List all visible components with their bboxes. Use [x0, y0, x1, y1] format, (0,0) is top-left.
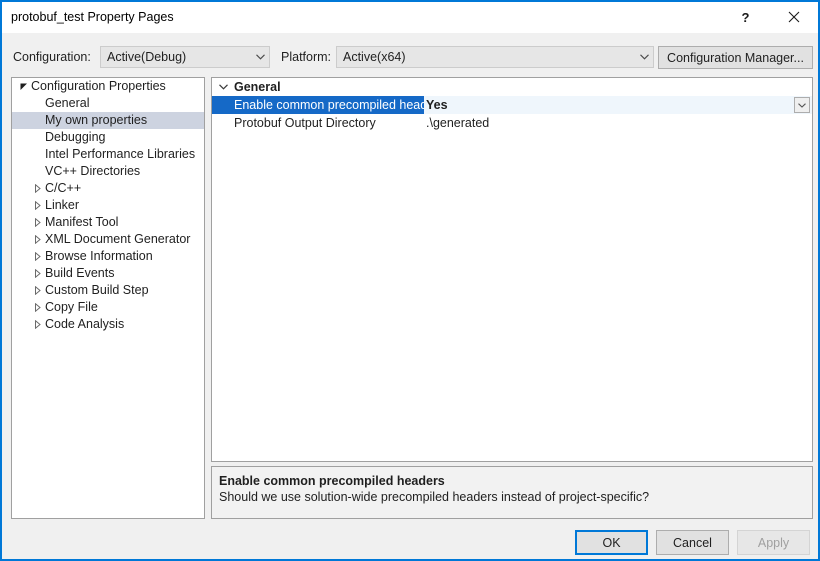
window-title: protobuf_test Property Pages — [11, 10, 174, 24]
title-bar: protobuf_test Property Pages ? — [2, 2, 818, 33]
description-panel: Enable common precompiled headers Should… — [211, 466, 813, 519]
tree-item-debugging[interactable]: Debugging — [12, 129, 204, 146]
grid-category-label: General — [234, 80, 281, 94]
tree-item-label: Configuration Properties — [31, 79, 166, 93]
tree-item-manifest-tool[interactable]: Manifest Tool — [12, 214, 204, 231]
property-value[interactable]: .\generated — [424, 114, 812, 132]
question-mark-icon: ? — [741, 9, 750, 25]
property-name[interactable]: Enable common precompiled headers — [212, 96, 424, 114]
description-body: Should we use solution-wide precompiled … — [219, 490, 650, 504]
tree-item-xml-document-generator[interactable]: XML Document Generator — [12, 231, 204, 248]
close-icon — [788, 11, 799, 23]
triangle-collapsed-icon[interactable] — [31, 248, 45, 265]
tree-item-label: XML Document Generator — [45, 232, 191, 246]
chevron-down-icon — [798, 102, 806, 108]
close-button[interactable] — [771, 2, 816, 32]
tree-item-label: Build Events — [45, 266, 115, 280]
tree-item-custom-build-step[interactable]: Custom Build Step — [12, 282, 204, 299]
tree-item-label: Copy File — [45, 300, 98, 314]
property-name[interactable]: Protobuf Output Directory — [212, 114, 424, 132]
triangle-collapsed-icon[interactable] — [31, 231, 45, 248]
tree-item-label: Code Analysis — [45, 317, 125, 331]
property-pages-dialog: protobuf_test Property Pages ? Configura… — [0, 0, 820, 561]
tree-item-label: Custom Build Step — [45, 283, 149, 297]
property-value[interactable]: Yes — [424, 96, 812, 114]
triangle-collapsed-icon[interactable] — [31, 180, 45, 197]
tree-item-vc-directories[interactable]: VC++ Directories — [12, 163, 204, 180]
platform-dropdown[interactable]: Active(x64) — [336, 46, 654, 68]
tree-item-configuration-properties[interactable]: Configuration Properties — [12, 78, 204, 95]
triangle-collapsed-icon[interactable] — [31, 197, 45, 214]
chevron-down-icon — [251, 54, 269, 60]
tree-item-label: My own properties — [45, 113, 148, 127]
chevron-down-icon[interactable] — [212, 84, 234, 90]
triangle-collapsed-icon[interactable] — [31, 282, 45, 299]
tree-item-label: Browse Information — [45, 249, 153, 263]
description-title: Enable common precompiled headers — [219, 474, 445, 488]
help-button[interactable]: ? — [723, 2, 768, 32]
tree-item-label: C/C++ — [45, 181, 82, 195]
property-grid[interactable]: General Enable common precompiled header… — [211, 77, 813, 462]
triangle-collapsed-icon[interactable] — [31, 299, 45, 316]
chevron-down-icon — [635, 54, 653, 60]
triangle-collapsed-icon[interactable] — [31, 316, 45, 333]
tree-item-label: Linker — [45, 198, 80, 212]
tree-item-general[interactable]: General — [12, 95, 204, 112]
configuration-label: Configuration: — [13, 50, 91, 64]
tree-item-copy-file[interactable]: Copy File — [12, 299, 204, 316]
platform-value: Active(x64) — [343, 50, 406, 64]
configuration-manager-button[interactable]: Configuration Manager... — [658, 46, 813, 69]
value-dropdown-button[interactable] — [794, 97, 810, 113]
tree-item-my-own-properties[interactable]: My own properties — [12, 112, 204, 129]
triangle-expanded-icon[interactable] — [17, 78, 31, 95]
tree-item-build-events[interactable]: Build Events — [12, 265, 204, 282]
tree-item-intel-performance-libraries[interactable]: Intel Performance Libraries — [12, 146, 204, 163]
tree-item-code-analysis[interactable]: Code Analysis — [12, 316, 204, 333]
configuration-toolbar: Configuration: Active(Debug) Platform: A… — [2, 33, 818, 76]
triangle-collapsed-icon[interactable] — [31, 214, 45, 231]
tree-item-label: Manifest Tool — [45, 215, 119, 229]
cancel-button[interactable]: Cancel — [656, 530, 729, 555]
apply-button: Apply — [737, 530, 810, 555]
tree-item-label: VC++ Directories — [45, 164, 141, 178]
platform-label: Platform: — [281, 50, 332, 64]
tree-item-label: Debugging — [45, 130, 106, 144]
configuration-properties-tree[interactable]: Configuration Properties General My own pr… — [11, 77, 205, 519]
grid-row[interactable]: Protobuf Output Directory .\generated — [212, 114, 812, 132]
tree-item-linker[interactable]: Linker — [12, 197, 204, 214]
grid-row[interactable]: Enable common precompiled headers Yes — [212, 96, 812, 114]
ok-button[interactable]: OK — [575, 530, 648, 555]
configuration-dropdown[interactable]: Active(Debug) — [100, 46, 270, 68]
tree-item-label: General — [45, 96, 90, 110]
tree-item-c-c[interactable]: C/C++ — [12, 180, 204, 197]
configuration-value: Active(Debug) — [107, 50, 187, 64]
tree-item-label: Intel Performance Libraries — [45, 147, 196, 161]
tree-item-browse-information[interactable]: Browse Information — [12, 248, 204, 265]
grid-category-general[interactable]: General — [212, 78, 812, 96]
triangle-collapsed-icon[interactable] — [31, 265, 45, 282]
